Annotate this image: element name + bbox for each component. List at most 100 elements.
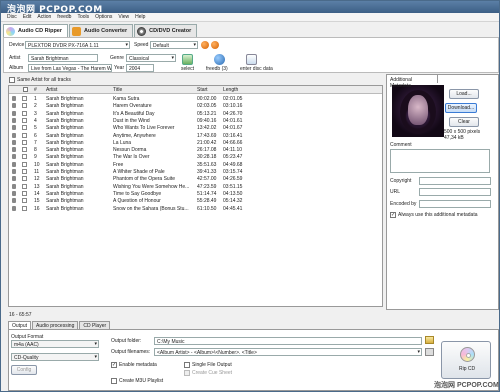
table-row[interactable]: 14 Sarah Brightman Time to Say Goodbye 51:1… [9,190,382,197]
device-label: Device [9,42,25,48]
track-number: 9 [34,154,37,161]
load-button[interactable]: Load... [449,89,479,99]
device-select[interactable]: PLEXTOR DVDR PX-716A 1.11 [25,41,130,49]
output-filenames-select[interactable]: <Album Artist> - <Album>\<Number>. <Titl… [154,348,422,356]
table-row[interactable]: 2 Sarah Brightman Harem Overature 02:03.05 0… [9,102,382,109]
footer-watermark: 泡泡网 PCPOP.COM [434,382,499,389]
track-number: 13 [34,183,40,190]
speed-select[interactable]: Default [150,41,198,49]
select-all-checkbox[interactable] [23,87,28,92]
year-field[interactable]: 2004 [126,64,154,72]
menu-options[interactable]: Options [92,13,115,21]
track-checkbox[interactable] [22,125,27,131]
track-checkbox[interactable] [22,176,27,182]
menu-freedb[interactable]: freedb [54,13,74,21]
tab-cd-dvd-creator[interactable]: CD/DVD Creator [134,24,198,37]
enable-metadata-checkbox[interactable]: ✓ [111,362,117,368]
tab-label: Audio CD Ripper [18,28,62,34]
browse-folder-icon[interactable] [425,336,434,344]
speed-label: Speed [134,42,149,48]
table-row[interactable]: 15 Sarah Brightman A Question of Honour 55:… [9,197,382,205]
table-row[interactable]: 1 Sarah Brightman Kama Sutra 00:02.00 02:01.… [9,95,382,102]
col-length[interactable]: Length [223,87,238,93]
tab-additional-metadata[interactable]: Additional Metadata [386,74,438,89]
album-art-image [392,85,444,137]
col-start[interactable]: Start [197,87,208,93]
disc-burn-icon [137,26,147,36]
track-checkbox[interactable] [22,190,27,196]
track-checkbox[interactable] [22,205,27,211]
table-row[interactable]: 10 Sarah Brightman Free 35:51.63 04:49.68 [9,161,382,168]
encoded-by-field[interactable] [419,200,491,208]
tab-audio-converter[interactable]: Audio Converter [69,24,134,37]
copyright-field[interactable] [419,177,491,185]
track-checkbox[interactable] [22,161,27,167]
tab-audio-processing[interactable]: Audio processing [32,321,79,329]
select-check-icon[interactable] [182,54,193,65]
m3u-playlist-checkbox[interactable] [111,378,117,384]
col-title[interactable]: Title [113,87,122,93]
track-checkbox[interactable] [22,110,27,116]
same-artist-checkbox[interactable] [9,77,15,83]
genre-select[interactable]: Classical [126,54,176,62]
table-row[interactable]: 13 Sarah Brightman Wishing You Were Someho… [9,183,382,190]
track-checkbox[interactable] [22,103,27,109]
menu-edit[interactable]: Edit [20,13,35,21]
table-row[interactable]: 6 Sarah Brightman Anytime, Anywhere 17:43.6… [9,132,382,139]
filename-options-icon[interactable] [425,348,434,356]
col-artist[interactable]: Artist [46,87,57,93]
tab-cd-player[interactable]: CD Player [79,321,111,329]
cue-sheet-checkbox[interactable] [184,370,190,376]
eject-icon[interactable] [201,41,209,49]
track-checkbox[interactable] [22,117,27,123]
album-field[interactable]: Live from Las Vegas - The Harem Wo [28,64,112,72]
track-artist: Sarah Brightman [46,117,84,124]
freedb-globe-icon[interactable] [214,54,225,65]
always-use-metadata-checkbox[interactable]: ✓ [390,212,396,218]
track-checkbox[interactable] [22,147,27,153]
track-length: 04:26.70 [223,110,243,117]
rip-cd-button[interactable]: Rip CD [441,341,491,379]
tab-audio-cd-ripper[interactable]: Audio CD Ripper [3,24,68,37]
menu-view[interactable]: View [115,13,132,21]
table-row[interactable]: 9 Sarah Brightman The War Is Over 30:28.18 0… [9,153,382,161]
track-length: 05:14.32 [223,198,243,205]
refresh-icon[interactable] [211,41,219,49]
download-button[interactable]: Download... [445,103,477,113]
track-checkbox[interactable] [22,132,27,138]
quality-select[interactable]: CD-Quality [11,353,99,361]
output-folder-field[interactable]: C:\My Music [154,337,422,345]
table-row[interactable]: 16 Sarah Brightman Snow on the Sahara (Bon… [9,205,382,212]
track-checkbox[interactable] [22,198,27,204]
table-row[interactable]: 7 Sarah Brightman La Luna 21:00.42 04:66.66 [9,139,382,146]
config-button[interactable]: Config [11,365,37,375]
col-number[interactable]: # [34,87,37,93]
menu-help[interactable]: Help [132,13,148,21]
clear-button[interactable]: Clear [449,117,479,127]
track-length: 03:16.41 [223,132,243,139]
single-file-checkbox[interactable] [184,362,190,368]
url-field[interactable] [419,188,491,196]
track-checkbox[interactable] [22,183,27,189]
table-row[interactable]: 3 Sarah Brightman It's A Beautiful Day 05:1… [9,110,382,117]
track-checkbox[interactable] [22,139,27,145]
track-number: 8 [34,147,37,154]
table-row[interactable]: 12 Sarah Brightman Phantom of the Opera Su… [9,175,382,183]
menu-action[interactable]: Action [34,13,54,21]
menu-disc[interactable]: Disc [4,13,20,21]
table-row[interactable]: 5 Sarah Brightman Who Wants To Live Foreve… [9,124,382,131]
comment-field[interactable] [390,149,490,173]
year-label: Year [114,65,125,71]
menu-tools[interactable]: Tools [74,13,92,21]
table-row[interactable]: 11 Sarah Brightman A Whiter Shade of Pale 3… [9,168,382,175]
table-row[interactable]: 4 Sarah Brightman Dust in the Wind 09:40.16… [9,117,382,124]
track-checkbox[interactable] [22,169,27,174]
artist-field[interactable]: Sarah Brightman [28,54,98,62]
table-row[interactable]: 8 Sarah Brightman Nessun Dorma 26:17.08 04:1… [9,146,382,154]
tab-output[interactable]: Output [8,321,32,329]
enter-disc-data-icon[interactable] [246,54,257,65]
track-checkbox[interactable] [22,154,27,160]
track-start: 42:57.00 [197,176,217,183]
output-format-select[interactable]: m4a (AAC) [11,340,99,348]
track-checkbox[interactable] [22,96,27,101]
